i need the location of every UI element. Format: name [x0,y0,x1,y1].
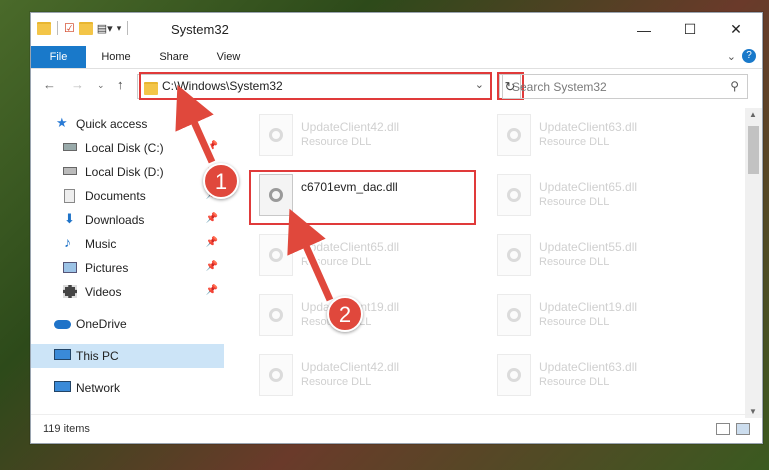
file-item[interactable]: UpdateClient65.dll Resource DLL [251,234,481,284]
minimize-button[interactable]: — [621,13,667,46]
file-item[interactable]: UpdateClient19.dll Resource DLL [489,294,719,344]
dll-file-icon [497,234,531,276]
file-item[interactable]: UpdateClient19.dll Resource DLL [251,294,481,344]
drive-icon [63,143,77,151]
tab-share[interactable]: Share [149,46,199,68]
documents-icon [64,189,75,203]
properties-icon[interactable]: ☑ [64,21,75,35]
dll-file-icon [259,234,293,276]
search-icon[interactable]: ⚲ [730,79,739,93]
pin-icon[interactable]: 📌 [206,237,218,248]
sidebar-item-videos[interactable]: Videos 📌 [31,280,224,304]
up-button[interactable]: ↑ [117,77,124,92]
tab-home[interactable]: Home [91,46,141,68]
pin-icon[interactable]: 📌 [206,213,218,224]
sidebar-item-quick-access[interactable]: ★ Quick access [31,112,224,136]
sidebar-item-pictures[interactable]: Pictures 📌 [31,256,224,280]
network-icon [54,381,71,392]
file-item[interactable]: UpdateClient55.dll Resource DLL [489,234,719,284]
pin-icon[interactable]: 📌 [206,141,218,152]
pictures-icon [63,262,77,273]
status-bar: 119 items [31,414,762,443]
sidebar-item-onedrive[interactable]: OneDrive [31,312,224,336]
dll-file-icon [259,114,293,156]
dll-file-icon [259,354,293,396]
search-placeholder: Search System32 [512,80,607,94]
file-highlight-box [249,170,476,225]
file-item[interactable]: UpdateClient63.dll Resource DLL [489,114,719,164]
drive-icon [63,167,77,175]
step-2-badge: 2 [327,296,363,332]
title-bar: ☑ ▤▾ ▾ System32 — ☐ ✕ [31,13,762,46]
quick-access-toolbar: ☑ ▤▾ ▾ [37,21,130,35]
vertical-scrollbar[interactable]: ▲ ▼ [745,108,762,418]
sidebar-item-local-disk-c[interactable]: Local Disk (C:) 📌 [31,136,224,160]
scroll-up-icon[interactable]: ▲ [749,110,757,119]
dll-file-icon [497,354,531,396]
step-1-badge: 1 [203,163,239,199]
file-item[interactable]: UpdateClient65.dll Resource DLL [489,174,719,224]
file-item[interactable]: UpdateClient42.dll Resource DLL [251,114,481,164]
dll-file-icon [259,294,293,336]
item-count: 119 items [43,423,90,435]
sidebar-item-local-disk-d[interactable]: Local Disk (D:) 📌 [31,160,224,184]
sidebar-item-downloads[interactable]: ⬇ Downloads 📌 [31,208,224,232]
help-icon[interactable]: ? [742,49,756,63]
dll-file-icon [497,294,531,336]
file-item[interactable]: UpdateClient42.dll Resource DLL [251,354,481,404]
music-icon: ♪ [64,234,71,250]
sidebar-item-network[interactable]: Network [31,376,224,400]
pin-icon[interactable]: 📌 [206,285,218,296]
navigation-pane: ★ Quick access Local Disk (C:) 📌 Local D… [31,108,224,413]
large-icons-view-icon[interactable] [736,423,750,435]
navigation-bar: ← → ⌄ ↑ C:\Windows\System32 ⌄ ↻ Search S… [31,69,762,103]
videos-icon [63,285,77,298]
search-input[interactable]: Search System32 ⚲ [502,74,748,99]
close-button[interactable]: ✕ [713,13,759,46]
dll-file-icon [497,174,531,216]
recent-locations-icon[interactable]: ⌄ [97,80,105,91]
computer-icon [54,349,71,360]
maximize-button[interactable]: ☐ [667,13,713,46]
customize-icon[interactable]: ▤▾ [97,22,113,35]
forward-button[interactable]: → [71,77,84,92]
new-folder-icon[interactable] [78,21,93,35]
tab-view[interactable]: View [206,46,251,68]
folder-icon [37,21,51,35]
sidebar-item-documents[interactable]: Documents 📌 [31,184,224,208]
sidebar-item-this-pc[interactable]: This PC [31,344,224,368]
ribbon: File Home Share View ⌄ ? [31,46,762,69]
address-highlight-box [139,72,492,100]
back-button[interactable]: ← [43,77,56,92]
file-list: UpdateClient42.dll Resource DLL UpdateCl… [231,108,741,413]
file-item[interactable]: UpdateClient63.dll Resource DLL [489,354,719,404]
pin-icon[interactable]: 📌 [206,261,218,272]
ribbon-expand-icon[interactable]: ⌄ [727,50,736,63]
sidebar-item-music[interactable]: ♪ Music 📌 [31,232,224,256]
window-title: System32 [171,22,229,37]
explorer-window: ☑ ▤▾ ▾ System32 — ☐ ✕ File Home Share Vi… [30,12,763,444]
download-icon: ⬇ [64,211,75,226]
tab-file[interactable]: File [31,46,86,68]
dll-file-icon [497,114,531,156]
star-icon: ★ [56,115,68,130]
cloud-icon [54,320,71,329]
details-view-icon[interactable] [716,423,730,435]
qat-dropdown-icon[interactable]: ▾ [117,23,122,34]
scrollbar-thumb[interactable] [748,126,759,174]
